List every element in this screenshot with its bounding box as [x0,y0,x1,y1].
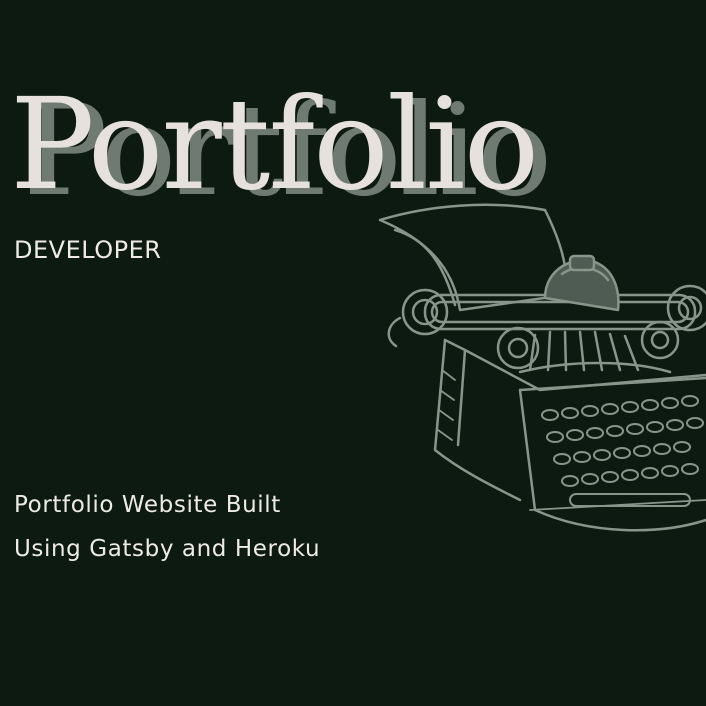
typewriter-icon [378,203,706,532]
title-block: Portfolio Portfolio [10,70,700,224]
page-title: Portfolio [10,71,539,218]
portfolio-cover: Portfolio Portfolio DEVELOPER Portfolio … [0,0,706,706]
subtitle: DEVELOPER [14,236,162,264]
